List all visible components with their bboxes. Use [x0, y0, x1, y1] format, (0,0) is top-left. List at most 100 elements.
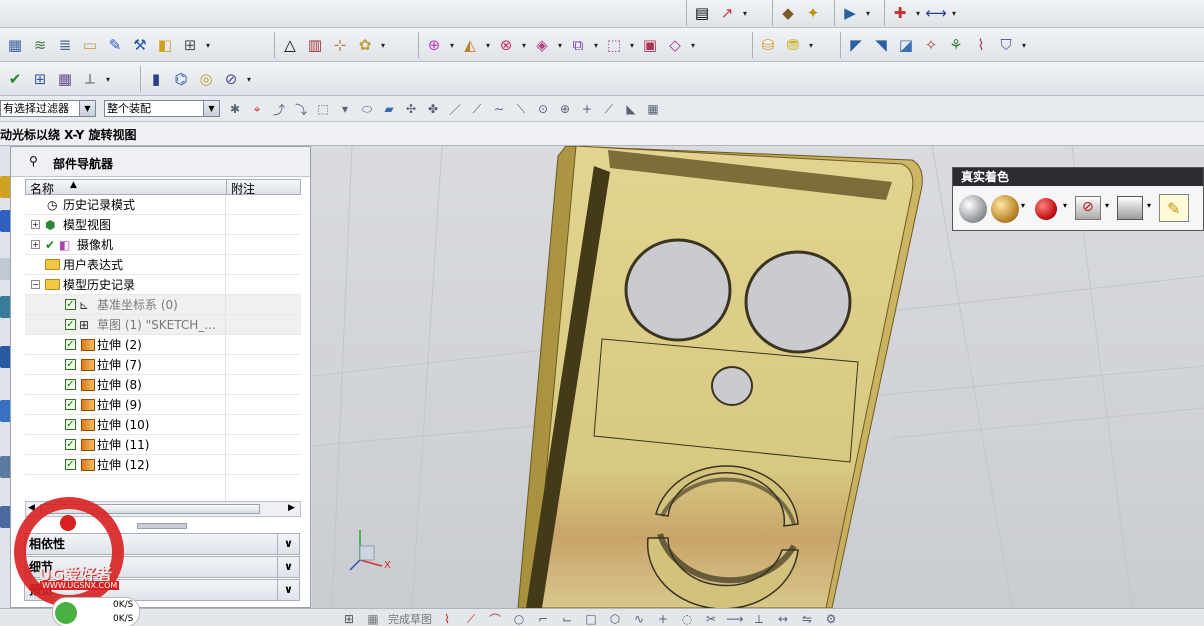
tree-item-extrude-10[interactable]: ✓ 拉伸 (10): [25, 415, 301, 435]
tree-item-sketch[interactable]: ✓ ⊞ 草图 (1) "SKETCH_...: [25, 315, 301, 335]
orient-icon[interactable]: ◆: [777, 2, 799, 24]
select2-icon[interactable]: ⤵: [292, 100, 310, 118]
chevron-down-icon[interactable]: ▾: [104, 75, 112, 84]
tree-item-model-history[interactable]: − 模型历史记录: [25, 275, 301, 295]
chevron-down-icon[interactable]: ▾: [448, 41, 456, 50]
grid-icon[interactable]: ▦: [364, 610, 382, 626]
checkbox[interactable]: ✓: [65, 379, 76, 390]
circle-icon[interactable]: ○: [510, 610, 528, 626]
select-icon[interactable]: ⤴: [270, 100, 288, 118]
constraint-icon[interactable]: ⟂: [750, 610, 768, 626]
cross2-icon[interactable]: ✤: [424, 100, 442, 118]
checkbox[interactable]: ✓: [65, 299, 76, 310]
shell-icon[interactable]: ▣: [639, 34, 661, 56]
tree-item-history-mode[interactable]: ◷ 历史记录模式: [25, 195, 301, 215]
chevron-down-icon[interactable]: ∨: [277, 534, 299, 554]
extend-icon[interactable]: ⟶: [726, 610, 744, 626]
tree-icon[interactable]: ⊞: [29, 68, 51, 90]
sketch-icon[interactable]: ⊞: [340, 610, 358, 626]
cross-icon[interactable]: ✣: [402, 100, 420, 118]
chevron-down-icon[interactable]: ▾: [628, 41, 636, 50]
gold-material-icon[interactable]: [991, 195, 1019, 223]
chevron-down-icon[interactable]: ∨: [277, 557, 299, 577]
line4-icon[interactable]: ⟋: [600, 100, 618, 118]
surface1-icon[interactable]: ◤: [845, 34, 867, 56]
chevron-down-icon[interactable]: ▾: [1063, 201, 1067, 210]
draft-icon[interactable]: ◭: [459, 34, 481, 56]
assembly-icon[interactable]: ⛁: [757, 34, 779, 56]
shape-icon[interactable]: ◣: [622, 100, 640, 118]
background-icon[interactable]: [1117, 196, 1143, 220]
wcs-icon[interactable]: ↗: [716, 2, 738, 24]
chevron-down-icon[interactable]: ▾: [1147, 201, 1151, 210]
stack-icon[interactable]: ≋: [29, 34, 51, 56]
chevron-down-icon[interactable]: ▾: [914, 9, 922, 18]
grid2-icon[interactable]: ▦: [54, 68, 76, 90]
chevron-down-icon[interactable]: ▾: [204, 41, 212, 50]
paint-icon[interactable]: ✎: [104, 34, 126, 56]
solid-icon[interactable]: ⬭: [358, 100, 376, 118]
scroll-right-icon[interactable]: ▶: [288, 503, 295, 513]
dropdown-icon[interactable]: ▾: [336, 100, 354, 118]
chevron-down-icon[interactable]: ▾: [689, 41, 697, 50]
chrome-material-icon[interactable]: [959, 195, 987, 223]
surface3-icon[interactable]: ◪: [895, 34, 917, 56]
line-icon[interactable]: ／: [446, 100, 464, 118]
tree-item-extrude-2[interactable]: ✓ 拉伸 (2): [25, 335, 301, 355]
trim-icon[interactable]: ⊗: [495, 34, 517, 56]
scope-select[interactable]: 整个装配 ▼: [104, 100, 220, 117]
chevron-down-icon[interactable]: ▾: [741, 9, 749, 18]
line-icon[interactable]: ⟋: [462, 610, 480, 626]
unite-icon[interactable]: ⊕: [423, 34, 445, 56]
snap-icon[interactable]: ⌖: [248, 100, 266, 118]
surface4-icon[interactable]: ✧: [920, 34, 942, 56]
surface7-icon[interactable]: ⛉: [995, 34, 1017, 56]
body-icon[interactable]: ▰: [380, 100, 398, 118]
table-icon[interactable]: ▥: [304, 34, 326, 56]
chamfer-icon[interactable]: ⊘: [220, 68, 242, 90]
tree-item-user-expressions[interactable]: 用户表达式: [25, 255, 301, 275]
triangle-icon[interactable]: △: [279, 34, 301, 56]
tree-item-datum-csys[interactable]: ✓ ⊾ 基准坐标系 (0): [25, 295, 301, 315]
grid-icon[interactable]: ✚: [889, 2, 911, 24]
circle-icon[interactable]: ⊙: [534, 100, 552, 118]
pin-icon[interactable]: ⚲: [29, 154, 38, 168]
tree-item-camera[interactable]: + ✔ ◧ 摄像机: [25, 235, 301, 255]
curve-icon[interactable]: ∼: [490, 100, 508, 118]
chevron-down-icon[interactable]: ▾: [592, 41, 600, 50]
chevron-down-icon[interactable]: ∨: [277, 580, 299, 600]
rectangle-icon[interactable]: □: [582, 610, 600, 626]
expand-icon[interactable]: +: [31, 220, 40, 229]
chevron-down-icon[interactable]: ▾: [1105, 201, 1109, 210]
target-icon[interactable]: ⊕: [556, 100, 574, 118]
surface6-icon[interactable]: ⌇: [970, 34, 992, 56]
checkbox[interactable]: ✓: [65, 419, 76, 430]
sketch-options-icon[interactable]: ⚙: [822, 610, 840, 626]
collapse-icon[interactable]: −: [31, 280, 40, 289]
chevron-down-icon[interactable]: ▾: [807, 41, 815, 50]
line3-icon[interactable]: ⟍: [512, 100, 530, 118]
chevron-down-icon[interactable]: ▾: [379, 41, 387, 50]
spring-icon[interactable]: ⌬: [170, 68, 192, 90]
checkbox[interactable]: ✓: [65, 319, 76, 330]
chevron-down-icon[interactable]: ▾: [245, 75, 253, 84]
chevron-down-icon[interactable]: ▾: [950, 9, 958, 18]
plus-icon[interactable]: +: [578, 100, 596, 118]
point-icon[interactable]: ⊹: [329, 34, 351, 56]
point-icon[interactable]: +: [654, 610, 672, 626]
offset-icon[interactable]: ◈: [531, 34, 553, 56]
light-icon[interactable]: ✎: [1159, 194, 1189, 222]
surface2-icon[interactable]: ◥: [870, 34, 892, 56]
finish-sketch-label[interactable]: 完成草图: [388, 611, 432, 626]
tree-item-extrude-11[interactable]: ✓ 拉伸 (11): [25, 435, 301, 455]
tree-item-extrude-8[interactable]: ✓ 拉伸 (8): [25, 375, 301, 395]
axis-icon[interactable]: ⟂: [79, 68, 101, 90]
chevron-down-icon[interactable]: ▾: [484, 41, 492, 50]
sheet-icon[interactable]: ▦: [4, 34, 26, 56]
checkbox[interactable]: ✓: [65, 339, 76, 350]
chamfer-icon[interactable]: ⌙: [558, 610, 576, 626]
grid3-icon[interactable]: ▦: [644, 100, 662, 118]
checkbox[interactable]: ✓: [65, 359, 76, 370]
tree-item-extrude-7[interactable]: ✓ 拉伸 (7): [25, 355, 301, 375]
chevron-down-icon[interactable]: ▾: [1021, 201, 1025, 210]
